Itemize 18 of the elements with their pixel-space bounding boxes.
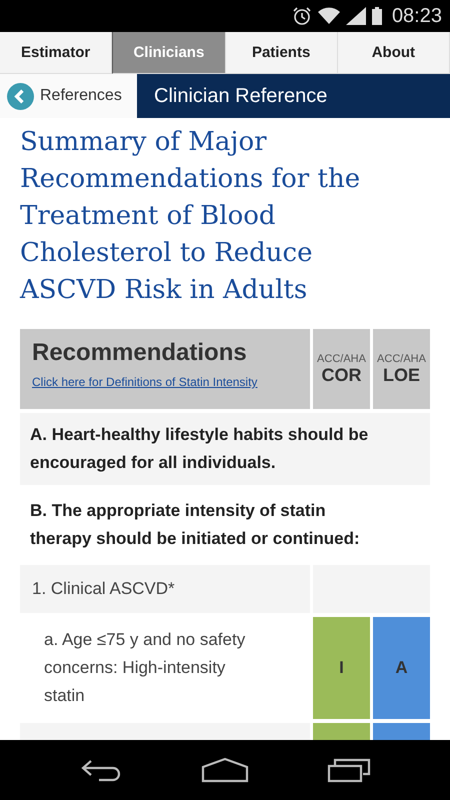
column-heading: Recommendations xyxy=(32,339,248,367)
column-caption: ACC/AHA xyxy=(377,352,426,364)
column-heading: LOE xyxy=(382,364,420,386)
page-title: Summary of Major Recommendations for the Treatment of Blood Cholesterol to Reduce ASCVD Risk in Adults xyxy=(20,126,362,307)
table-cell: I xyxy=(313,617,370,719)
tab[interactable]: Patients xyxy=(226,32,338,74)
table-cell: 1. Clinical ASCVD* xyxy=(20,565,310,613)
back-button[interactable]: References xyxy=(0,74,137,118)
table-cell-text: a. Age ≤75 y and no safety concerns: High-intensity statin xyxy=(43,629,246,707)
tab[interactable]: Estimator xyxy=(0,32,112,74)
column-caption: ACC/AHA xyxy=(317,352,366,364)
column-heading: COR xyxy=(322,364,362,386)
table-cell: A xyxy=(373,617,430,719)
clock-time: 08:23 xyxy=(392,4,442,28)
section-row: A. Heart-healthy lifestyle habits should be encouraged for all individuals. xyxy=(20,413,430,485)
page-header-title: Clinician Reference xyxy=(154,84,328,108)
statin-definitions-link[interactable]: Click here for Definitions of Statin Intensity xyxy=(32,375,298,389)
tab[interactable]: About xyxy=(338,32,450,74)
